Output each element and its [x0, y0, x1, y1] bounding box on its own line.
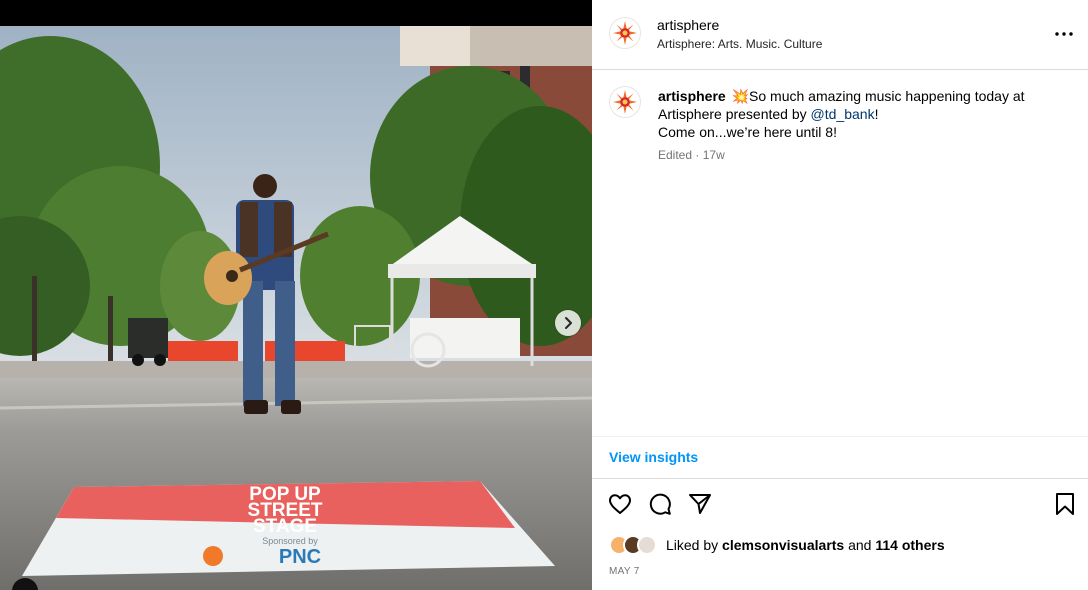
post-author-username[interactable]: artisphere: [657, 17, 719, 33]
insights-bar: View insights: [592, 436, 1088, 479]
post-photo: POP UP STREET STAGE Sponsored by PNC: [0, 26, 592, 590]
meta-separator: ·: [695, 148, 700, 162]
edited-label: Edited: [658, 148, 693, 162]
caption-body-end: !: [874, 106, 879, 122]
and-label: and: [848, 537, 872, 553]
comment-icon: [649, 493, 671, 515]
avatar[interactable]: [609, 17, 641, 49]
sign-sponsor-label: Sponsored by: [262, 536, 318, 546]
caption-text: artisphere 💥So much amazing music happen…: [658, 87, 1068, 141]
share-icon: [689, 494, 711, 514]
caption-avatar[interactable]: [609, 86, 641, 118]
view-insights-link[interactable]: View insights: [609, 449, 698, 465]
liked-by-prefix: Liked by: [666, 537, 719, 553]
caption-meta: Edited · 17w: [658, 148, 725, 162]
collision-emoji-icon: 💥: [731, 88, 750, 104]
sign-sponsor-name: PNC: [279, 546, 321, 568]
bookmark-icon: [1056, 493, 1074, 515]
post-header: artisphere Artisphere: Arts. Music. Cult…: [592, 0, 1088, 70]
account-subtitle[interactable]: Artisphere: Arts. Music. Culture: [657, 37, 822, 51]
next-photo-button[interactable]: [555, 310, 581, 336]
mention-link[interactable]: @td_bank: [811, 106, 875, 122]
artisphere-logo-icon: [613, 90, 637, 114]
save-button[interactable]: [1051, 490, 1079, 518]
likes-summary: Liked by clemsonvisualarts and 114 other…: [609, 534, 945, 556]
post-media: POP UP STREET STAGE Sponsored by PNC: [0, 0, 592, 590]
others-count[interactable]: 114 others: [875, 537, 944, 553]
caption-username[interactable]: artisphere: [658, 88, 726, 104]
pnc-logo-icon: [203, 546, 223, 566]
sign-line-3: STAGE: [253, 516, 317, 537]
chevron-right-icon: [565, 317, 572, 329]
like-button[interactable]: [606, 490, 634, 518]
caption-line-2: Come on...we’re here until 8!: [658, 124, 837, 140]
more-options-icon: [1055, 32, 1073, 36]
liker-avatars[interactable]: [609, 534, 659, 556]
comment-button[interactable]: [646, 490, 674, 518]
post-date[interactable]: MAY 7: [609, 566, 640, 577]
share-button[interactable]: [686, 490, 714, 518]
post-modal: POP UP STREET STAGE Sponsored by PNC art…: [0, 0, 1088, 590]
post-details-panel: artisphere Artisphere: Arts. Music. Cult…: [592, 0, 1088, 590]
more-options-button[interactable]: [1052, 22, 1076, 46]
post-actions: [592, 490, 1088, 520]
liked-by-user[interactable]: clemsonvisualarts: [722, 537, 844, 553]
liker-avatar[interactable]: [637, 535, 657, 555]
post-age[interactable]: 17w: [703, 148, 725, 162]
artisphere-logo-icon: [613, 21, 637, 45]
heart-icon: [609, 494, 631, 514]
